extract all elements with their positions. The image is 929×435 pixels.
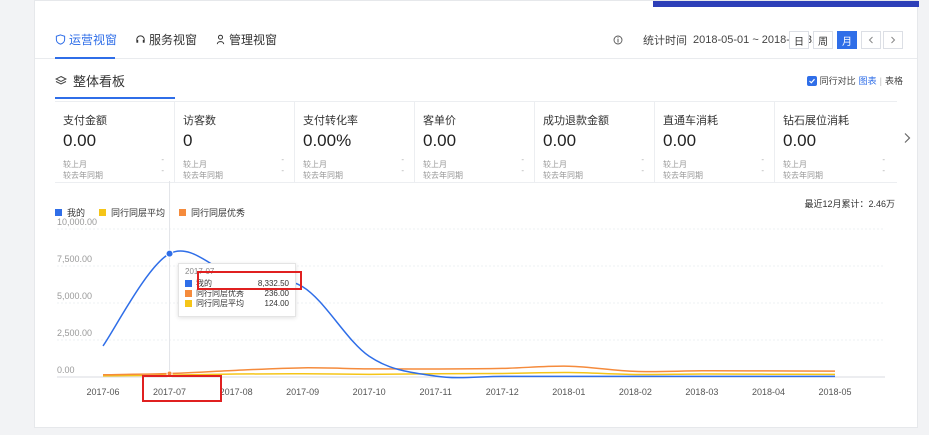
x-tick-label: 2018-05 — [818, 387, 851, 397]
x-tick-label: 2018-01 — [552, 387, 585, 397]
tooltip-value: 124.00 — [264, 298, 289, 308]
highlight-box-tooltip — [197, 271, 302, 290]
x-tick-label: 2018-03 — [685, 387, 718, 397]
x-tick-label: 2017-06 — [86, 387, 119, 397]
x-tick-label: 2017-08 — [220, 387, 253, 397]
y-tick-label: 0.00 — [57, 365, 75, 375]
x-tick-label: 2018-02 — [619, 387, 652, 397]
y-tick-label: 2,500.00 — [57, 328, 92, 338]
data-point-0 — [165, 249, 174, 258]
y-tick-label: 5,000.00 — [57, 291, 92, 301]
x-tick-label: 2017-11 — [420, 387, 452, 397]
tooltip-swatch — [185, 289, 192, 297]
tooltip-swatch — [185, 299, 192, 307]
tooltip-row: 同行同层平均 124.00 — [185, 298, 289, 308]
tooltip-swatch — [185, 279, 192, 287]
line-chart[interactable]: 0.00 2,500.00 5,000.00 7,500.00 10,000.00 201… — [35, 1, 919, 429]
y-tick-label: 7,500.00 — [57, 254, 92, 264]
x-tick-label: 2017-09 — [286, 387, 319, 397]
highlight-box-axis-label — [142, 375, 222, 402]
x-tick-label: 2017-12 — [486, 387, 519, 397]
y-tick-label: 10,000.00 — [57, 217, 97, 227]
x-tick-label: 2018-04 — [752, 387, 785, 397]
tooltip-name: 同行同层平均 — [196, 298, 244, 308]
x-tick-label: 2017-10 — [353, 387, 386, 397]
dashboard-page: 运营视窗 服务视窗 管理视窗 统计时间 2018-05-01 ~ 2018-05… — [34, 0, 919, 429]
